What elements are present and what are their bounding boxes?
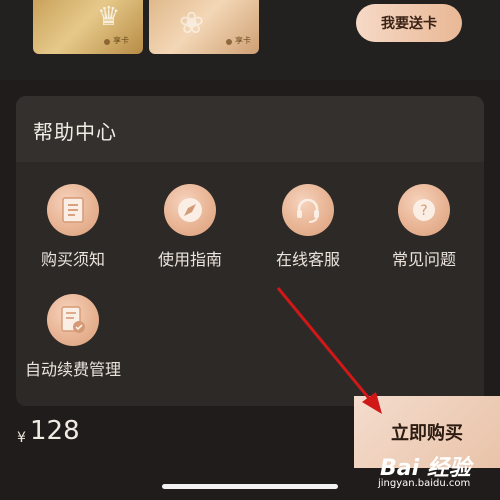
compass-icon	[164, 184, 216, 236]
help-item-label: 购买须知	[40, 250, 105, 269]
help-item-label: 使用指南	[157, 250, 222, 269]
baidu-watermark: Bai 经验 jingyan.baidu.com	[358, 450, 498, 496]
top-area: ♛ 享卡 ❀ 享卡 我要送卡	[0, 0, 500, 80]
svg-text:?: ?	[420, 203, 427, 219]
help-item-label: 常见问题	[391, 250, 456, 269]
price-value: 128	[30, 416, 80, 446]
help-center-panel: 帮助中心 购买须知 使用指南 在线客服 ? 常见问题 自动续费管理	[16, 96, 484, 406]
help-item-faq[interactable]: ? 常见问题	[364, 184, 484, 270]
help-item-auto-renewal[interactable]: 自动续费管理	[13, 294, 133, 380]
price-currency: ¥	[17, 430, 26, 446]
help-item-online-service[interactable]: 在线客服	[248, 184, 368, 270]
help-item-label: 自动续费管理	[24, 360, 121, 379]
card-logo-icon	[226, 39, 232, 45]
help-item-user-guide[interactable]: 使用指南	[130, 184, 250, 270]
help-item-label: 在线客服	[275, 250, 340, 269]
decorative-pattern-icon: ❀	[179, 6, 205, 41]
headset-icon	[282, 184, 334, 236]
membership-card-rose[interactable]: ❀ 享卡	[149, 0, 259, 54]
membership-card-gold[interactable]: ♛ 享卡	[33, 0, 143, 54]
send-card-button[interactable]: 我要送卡	[356, 4, 462, 42]
watermark-url: jingyan.baidu.com	[378, 478, 471, 489]
question-icon: ?	[398, 184, 450, 236]
home-indicator[interactable]	[162, 484, 338, 489]
crown-icon: ♛	[97, 2, 121, 32]
help-center-title: 帮助中心	[33, 120, 117, 144]
card-label: 享卡	[113, 36, 129, 45]
help-center-header: 帮助中心	[16, 96, 484, 162]
renewal-document-icon	[47, 294, 99, 346]
help-item-purchase-notice[interactable]: 购买须知	[13, 184, 133, 270]
document-icon	[47, 184, 99, 236]
card-label: 享卡	[235, 36, 251, 45]
card-logo-icon	[104, 39, 110, 45]
